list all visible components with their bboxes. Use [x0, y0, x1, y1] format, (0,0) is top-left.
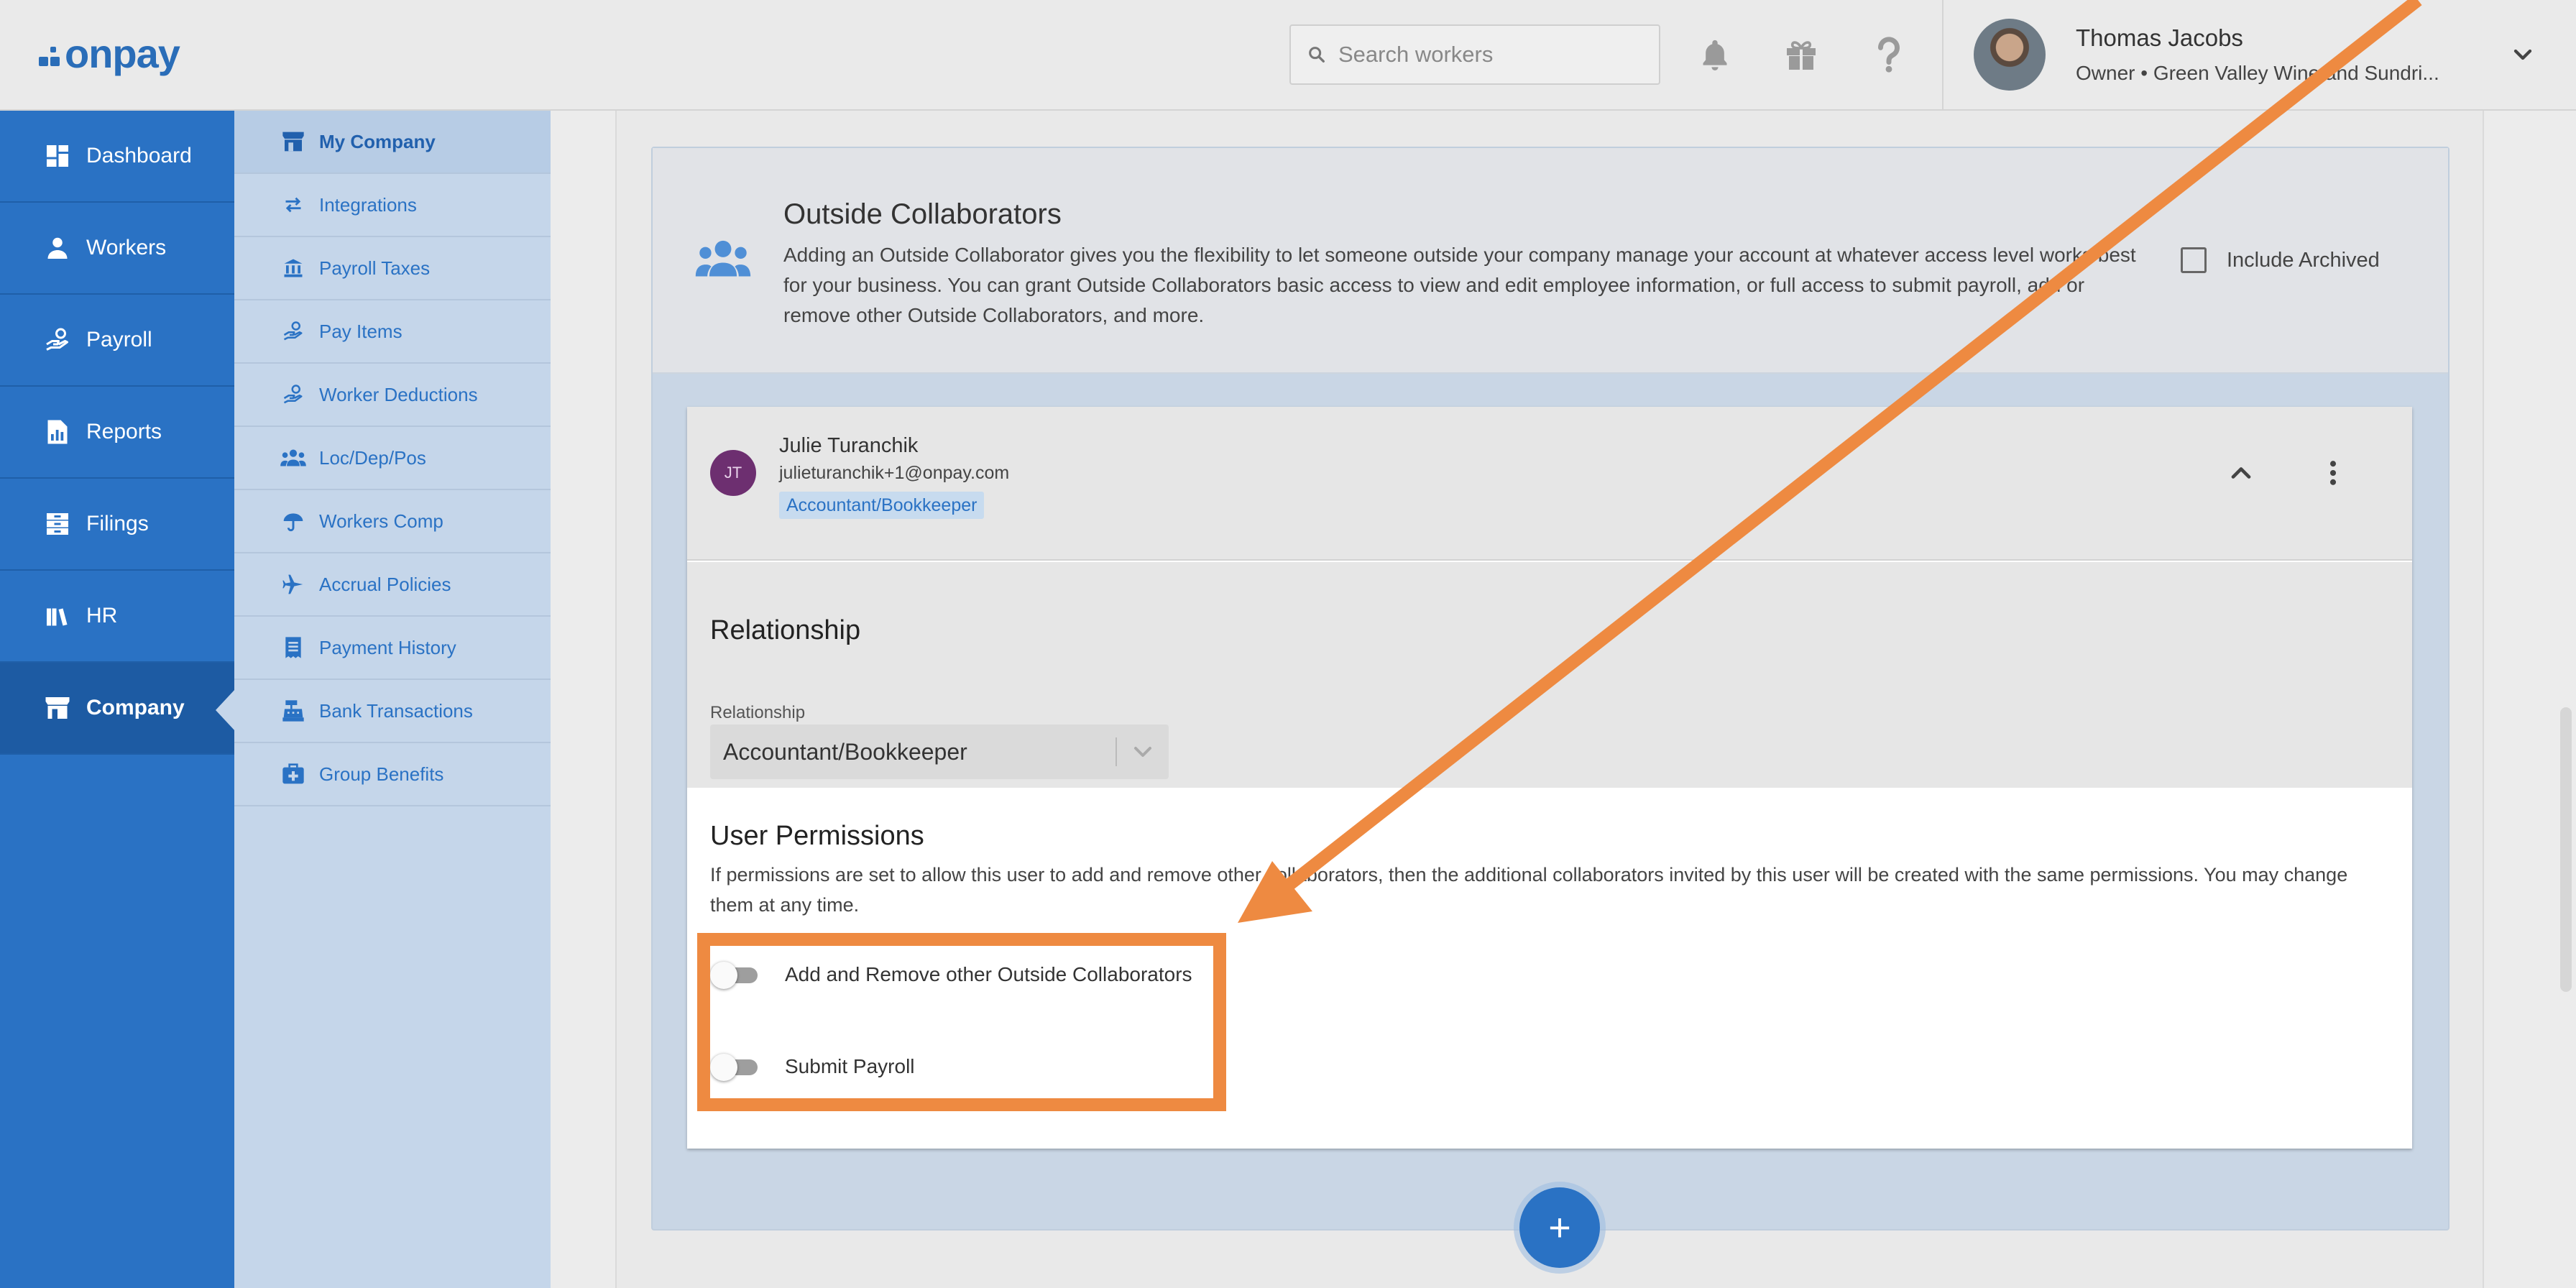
medical-bag-icon — [280, 761, 306, 787]
collaborator-name: Julie Turanchik — [779, 434, 919, 457]
company-icon — [43, 694, 72, 722]
filings-icon — [43, 510, 72, 538]
store-icon — [280, 129, 306, 155]
collaborators-description: Adding an Outside Collaborator gives you… — [783, 244, 2136, 326]
relationship-select[interactable]: Accountant/Bookkeeper — [710, 724, 1169, 779]
avatar: JT — [710, 450, 756, 496]
gift-icon[interactable] — [1780, 33, 1823, 76]
logo-mark-icon — [39, 47, 60, 68]
collaborator-email: julieturanchik+1@onpay.com — [779, 463, 1010, 483]
sub-nav-label: Integrations — [319, 193, 417, 216]
sub-nav-worker-deductions[interactable]: Worker Deductions — [234, 364, 551, 427]
nav-active-pointer — [216, 689, 236, 732]
people-icon — [280, 445, 306, 471]
relationship-field-label: Relationship — [710, 703, 806, 722]
include-archived-checkbox[interactable] — [2181, 247, 2207, 273]
add-collaborator-button[interactable]: + — [1519, 1187, 1600, 1268]
chevron-down-icon[interactable] — [1128, 737, 1157, 766]
user-permissions-description: If permissions are set to allow this use… — [710, 864, 2348, 916]
page-title: Outside Collaborators — [783, 198, 1062, 230]
workers-icon — [43, 234, 72, 262]
sub-nav-label: Accrual Policies — [319, 573, 451, 595]
sub-nav-label: Payment History — [319, 636, 456, 658]
search-input[interactable] — [1338, 42, 1655, 68]
collaborator-card-header[interactable] — [687, 407, 2412, 561]
sub-nav-label: Group Benefits — [319, 763, 444, 785]
relationship-title: Relationship — [710, 615, 861, 645]
highlight-box — [697, 933, 1226, 1111]
sub-nav-my-company[interactable]: My Company — [234, 111, 551, 174]
chevron-down-icon[interactable] — [2508, 40, 2537, 69]
bell-icon[interactable] — [1693, 33, 1736, 76]
swap-icon — [280, 192, 306, 218]
sub-nav-loc-dep-pos[interactable]: Loc/Dep/Pos — [234, 427, 551, 490]
hr-icon — [43, 602, 72, 630]
avatar[interactable] — [1974, 19, 2046, 91]
sub-nav-bank-transactions[interactable]: Bank Transactions — [234, 680, 551, 743]
sub-nav-integrations[interactable]: Integrations — [234, 174, 551, 237]
nav-item-label: Company — [86, 696, 185, 719]
nav-item-label: Dashboard — [86, 144, 192, 167]
nav-item-dashboard[interactable]: Dashboard — [0, 111, 234, 203]
sub-nav-group-benefits[interactable]: Group Benefits — [234, 743, 551, 806]
company-sub-nav: My Company Integrations Payroll Taxes Pa… — [234, 111, 551, 1288]
topbar-divider — [1942, 0, 1944, 109]
receipt-icon — [280, 635, 306, 661]
search-box[interactable] — [1289, 24, 1660, 85]
help-icon[interactable] — [1867, 33, 1910, 76]
plane-icon — [280, 571, 306, 597]
role-badge: Accountant/Bookkeeper — [779, 492, 985, 519]
sub-nav-pay-items[interactable]: Pay Items — [234, 300, 551, 364]
sub-nav-label: Pay Items — [319, 320, 402, 342]
select-separator — [1116, 737, 1117, 766]
main-nav: Dashboard Workers Payroll Reports Filing… — [0, 111, 234, 1288]
include-archived-label: Include Archived — [2227, 248, 2380, 272]
nav-item-hr[interactable]: HR — [0, 571, 234, 663]
sub-nav-label: Bank Transactions — [319, 699, 473, 722]
sub-nav-label: Workers Comp — [319, 510, 443, 532]
sub-nav-label: Loc/Dep/Pos — [319, 446, 426, 469]
nav-item-label: Payroll — [86, 328, 152, 351]
sub-nav-workers-comp[interactable]: Workers Comp — [234, 490, 551, 553]
nav-item-label: HR — [86, 604, 118, 627]
dashboard-icon — [43, 142, 72, 170]
sub-nav-payroll-taxes[interactable]: Payroll Taxes — [234, 237, 551, 300]
sub-nav-active-pointer — [538, 118, 552, 172]
top-bar: onpay Thomas Jacobs Owner • Green Valley… — [0, 0, 2576, 111]
nav-item-label: Filings — [86, 512, 149, 535]
user-name: Thomas Jacobs — [2076, 24, 2243, 51]
nav-item-filings[interactable]: Filings — [0, 479, 234, 571]
user-role: Owner • Green Valley Wine and Sundri... — [2076, 62, 2439, 84]
onpay-logo[interactable]: onpay — [39, 30, 180, 76]
hand-coin-icon — [280, 382, 306, 408]
more-vert-icon[interactable] — [2317, 457, 2349, 489]
scrollbar-thumb[interactable] — [2560, 707, 2572, 992]
bank-icon — [280, 255, 306, 281]
umbrella-icon — [280, 508, 306, 534]
user-permissions-title: User Permissions — [710, 821, 924, 851]
search-icon — [1309, 47, 1325, 63]
sub-nav-accrual-policies[interactable]: Accrual Policies — [234, 553, 551, 617]
relationship-selected-value: Accountant/Bookkeeper — [723, 738, 967, 765]
nav-item-workers[interactable]: Workers — [0, 203, 234, 295]
nav-item-company[interactable]: Company — [0, 663, 234, 755]
include-archived-option[interactable]: Include Archived — [2181, 247, 2380, 273]
payroll-icon — [43, 326, 72, 354]
logo-text: onpay — [65, 30, 180, 76]
nav-item-payroll[interactable]: Payroll — [0, 295, 234, 387]
chevron-up-icon[interactable] — [2225, 457, 2257, 489]
nav-item-label: Reports — [86, 420, 162, 443]
hand-coin-icon — [280, 318, 306, 344]
nav-item-reports[interactable]: Reports — [0, 387, 234, 479]
sub-nav-label: Worker Deductions — [319, 383, 478, 405]
nav-item-label: Workers — [86, 236, 167, 259]
reports-icon — [43, 418, 72, 446]
sub-nav-label: My Company — [319, 130, 436, 152]
people-icon — [695, 240, 751, 277]
cash-register-icon — [280, 698, 306, 724]
sub-nav-payment-history[interactable]: Payment History — [234, 617, 551, 680]
sub-nav-label: Payroll Taxes — [319, 257, 431, 279]
